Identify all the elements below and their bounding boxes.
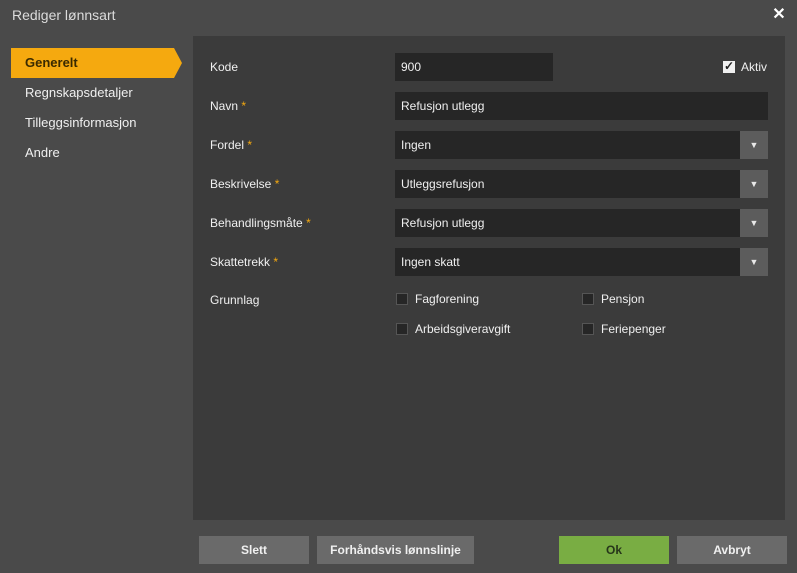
pensjon-label: Pensjon: [601, 292, 645, 306]
aktiv-label: Aktiv: [741, 60, 768, 74]
sidebar-item-andre[interactable]: Andre: [0, 138, 190, 168]
ok-button[interactable]: Ok: [559, 536, 669, 564]
close-icon[interactable]: ✕: [769, 5, 789, 25]
behandlingsmate-select[interactable]: Refusjon utlegg ▼: [395, 209, 768, 237]
chevron-down-icon[interactable]: ▼: [740, 131, 768, 159]
sidebar-item-generelt[interactable]: Generelt: [11, 48, 182, 78]
beskrivelse-label: Beskrivelse *: [210, 177, 280, 191]
arbeidsgiveravgift-label: Arbeidsgiveravgift: [415, 322, 511, 336]
feriepenger-label: Feriepenger: [601, 322, 666, 336]
kode-row: Kode 900 Aktiv: [193, 53, 785, 81]
arbeidsgiveravgift-checkbox[interactable]: [396, 323, 408, 335]
dialog-titlebar: Rediger lønnsart ✕: [0, 0, 797, 32]
fordel-select[interactable]: Ingen ▼: [395, 131, 768, 159]
dialog-title: Rediger lønnsart: [12, 7, 116, 23]
behandlingsmate-value: Refusjon utlegg: [401, 216, 485, 230]
pensjon-checkbox[interactable]: [582, 293, 594, 305]
beskrivelse-select[interactable]: Utleggsrefusjon ▼: [395, 170, 768, 198]
fagforening-label: Fagforening: [415, 292, 480, 306]
skattetrekk-select[interactable]: Ingen skatt ▼: [395, 248, 768, 276]
grunnlag-row: Grunnlag Fagforening Pensjon Arbeidsgive…: [193, 286, 785, 346]
beskrivelse-value: Utleggsrefusjon: [401, 177, 485, 191]
chevron-down-icon[interactable]: ▼: [740, 209, 768, 237]
sidebar-item-regnskapsdetaljer[interactable]: Regnskapsdetaljer: [0, 78, 190, 108]
sidebar: Generelt Regnskapsdetaljer Tilleggsinfor…: [0, 48, 190, 168]
delete-button[interactable]: Slett: [199, 536, 309, 564]
fordel-label: Fordel *: [210, 138, 253, 152]
beskrivelse-row: Beskrivelse * Utleggsrefusjon ▼: [193, 170, 785, 198]
aktiv-checkbox[interactable]: [723, 59, 735, 73]
grunnlag-label: Grunnlag: [210, 293, 260, 307]
chevron-down-icon[interactable]: ▼: [740, 170, 768, 198]
sidebar-item-tilleggsinformasjon[interactable]: Tilleggsinformasjon: [0, 108, 190, 138]
fordel-row: Fordel * Ingen ▼: [193, 131, 785, 159]
kode-input[interactable]: 900: [395, 53, 553, 81]
fagforening-checkbox[interactable]: [396, 293, 408, 305]
fordel-value: Ingen: [401, 138, 432, 152]
kode-label: Kode: [210, 60, 239, 74]
behandlingsmate-row: Behandlingsmåte * Refusjon utlegg ▼: [193, 209, 785, 237]
chevron-down-icon[interactable]: ▼: [740, 248, 768, 276]
skattetrekk-value: Ingen skatt: [401, 255, 460, 269]
cancel-button[interactable]: Avbryt: [677, 536, 787, 564]
navn-label: Navn *: [210, 99, 247, 113]
skattetrekk-row: Skattetrekk * Ingen skatt ▼: [193, 248, 785, 276]
behandlingsmate-label: Behandlingsmåte *: [210, 216, 311, 230]
skattetrekk-label: Skattetrekk *: [210, 255, 279, 269]
form-panel: Kode 900 Aktiv Navn * Refusjon utlegg Fo…: [193, 36, 785, 520]
navn-row: Navn * Refusjon utlegg: [193, 92, 785, 120]
preview-payline-button[interactable]: Forhåndsvis lønnslinje: [317, 536, 474, 564]
feriepenger-checkbox[interactable]: [582, 323, 594, 335]
navn-input[interactable]: Refusjon utlegg: [395, 92, 768, 120]
